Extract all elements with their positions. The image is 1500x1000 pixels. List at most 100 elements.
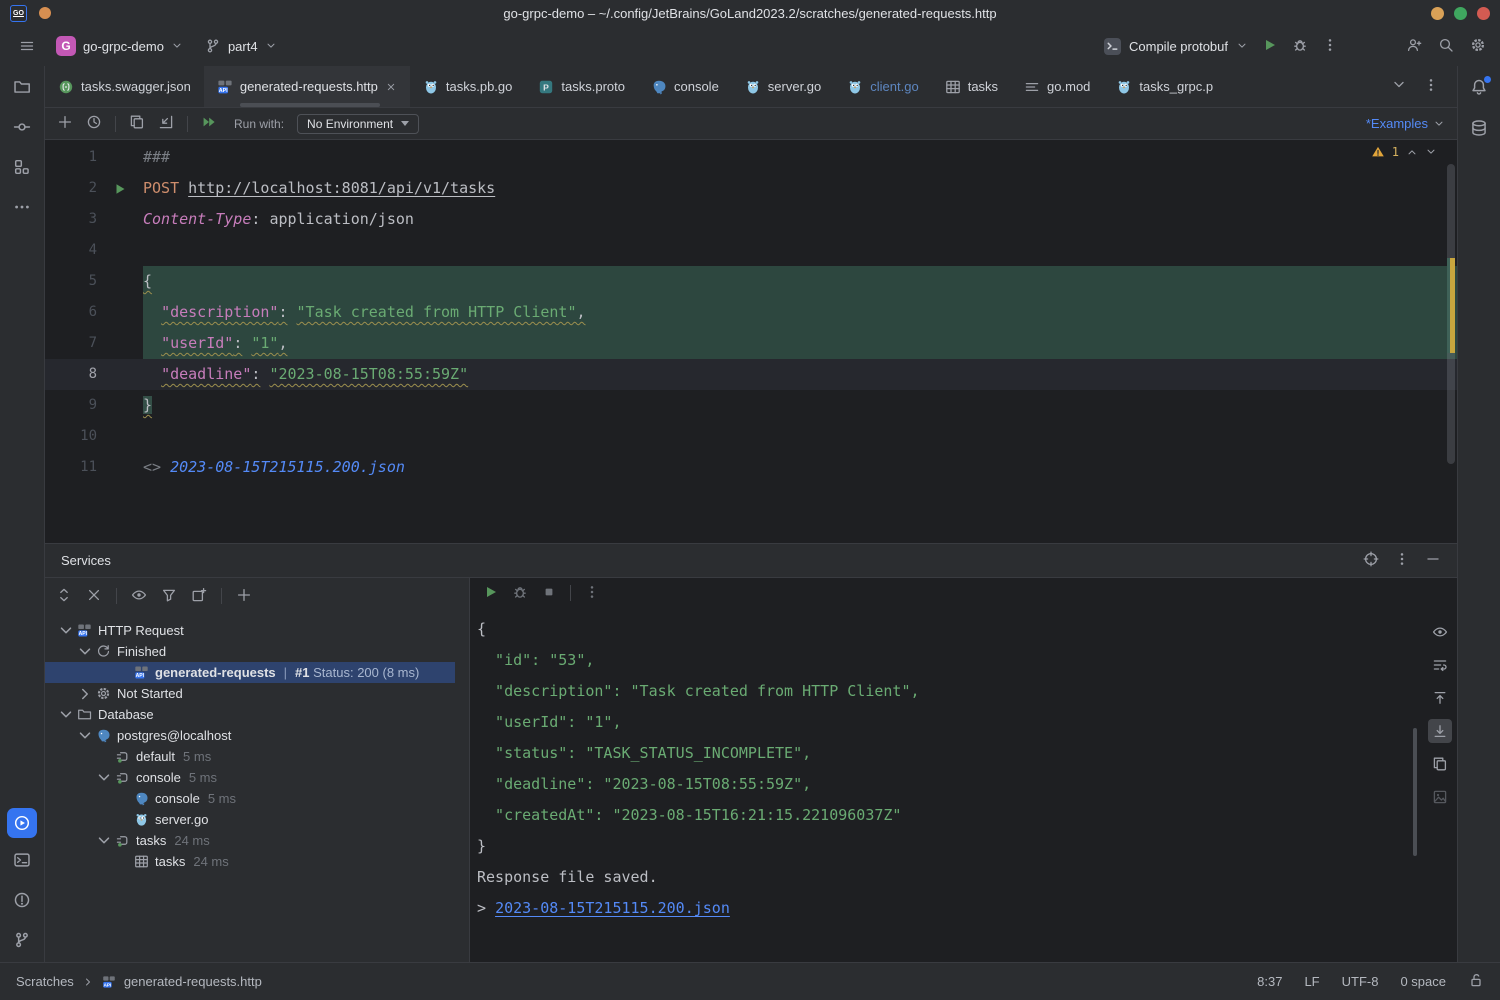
tool-window-button-folder[interactable] <box>13 78 31 99</box>
tool-window-button-git-branch[interactable] <box>13 931 31 952</box>
search-button[interactable] <box>1438 37 1454 56</box>
tab-tasks-proto[interactable]: Ptasks.proto <box>525 66 638 107</box>
toolbar-divider <box>115 116 116 132</box>
tree-item-not-started[interactable]: Not Started <box>45 683 469 704</box>
services-minus-button[interactable] <box>1425 551 1441 570</box>
tool-window-button-database[interactable] <box>1470 119 1488 140</box>
status-item-3[interactable]: 0 space <box>1400 974 1446 989</box>
chevron-right-icon[interactable] <box>76 686 94 702</box>
tab-server-go[interactable]: server.go <box>732 66 834 107</box>
filter-button[interactable] <box>161 587 177 606</box>
plus-button[interactable] <box>236 587 252 606</box>
console-wrap-button[interactable] <box>1428 653 1452 677</box>
tab-go-mod[interactable]: go.mod <box>1011 66 1103 107</box>
collapse-all-button[interactable] <box>86 587 102 606</box>
play-button[interactable] <box>483 584 499 603</box>
console-scroll-bottom-button[interactable] <box>1428 719 1452 743</box>
chevron-down-icon[interactable] <box>76 728 94 744</box>
ellipsis-v-button[interactable] <box>584 584 600 603</box>
import-button[interactable] <box>158 114 174 133</box>
tree-item-finished[interactable]: Finished <box>45 641 469 662</box>
run-all-button[interactable] <box>201 114 217 133</box>
branch-selector[interactable]: part4 <box>199 35 283 57</box>
status-item-2[interactable]: UTF-8 <box>1342 974 1379 989</box>
tool-window-button-services-play[interactable] <box>7 808 37 838</box>
tree-item-console[interactable]: console5 ms <box>45 767 469 788</box>
stop-button[interactable] <box>541 584 557 603</box>
tree-item-generated-requests[interactable]: APIgenerated-requests|#1 Status: 200 (8 … <box>45 662 469 683</box>
tree-item-server-go[interactable]: server.go <box>45 809 469 830</box>
console-text: } <box>477 837 486 855</box>
gear-button[interactable] <box>1470 37 1486 56</box>
project-selector[interactable]: G go-grpc-demo <box>50 33 189 59</box>
new-frame-button[interactable] <box>191 587 207 606</box>
tab-tasks[interactable]: tasks <box>932 66 1011 107</box>
notifications-button[interactable] <box>1470 78 1488 99</box>
tree-item-http-request[interactable]: APIHTTP Request <box>45 620 469 641</box>
tool-window-button-terminal[interactable] <box>13 851 31 872</box>
tool-window-button-problems[interactable] <box>13 891 31 912</box>
services-ellipsis-v-button[interactable] <box>1394 551 1410 570</box>
tab-ellipsis-v-button[interactable] <box>1423 77 1439 96</box>
ellipsis-v-button[interactable] <box>1322 37 1338 56</box>
tab-console[interactable]: console <box>638 66 732 107</box>
play-button[interactable] <box>1262 37 1278 56</box>
chevron-down-icon[interactable] <box>95 770 113 786</box>
tab-generated-requests-http[interactable]: APIgenerated-requests.http <box>204 66 410 107</box>
lock-open-button[interactable] <box>1468 972 1484 991</box>
tab-scrollbar[interactable] <box>240 103 380 107</box>
tab-client-go[interactable]: client.go <box>834 66 931 107</box>
status-item-0[interactable]: 8:37 <box>1257 974 1282 989</box>
plus-button[interactable] <box>57 114 73 133</box>
chevron-down-icon[interactable] <box>95 833 113 849</box>
console-copy-button[interactable] <box>1428 752 1452 776</box>
copy-button[interactable] <box>129 114 145 133</box>
tool-window-button-structure[interactable] <box>13 158 31 179</box>
console-scrollbar[interactable] <box>1413 728 1417 856</box>
response-file-link[interactable]: 2023-08-15T215115.200.json <box>495 899 730 917</box>
tab-tasks-swagger-json[interactable]: tasks.swagger.json <box>45 66 204 107</box>
examples-link[interactable]: *Examples <box>1366 116 1445 131</box>
status-item-1[interactable]: LF <box>1304 974 1319 989</box>
window-close-button[interactable] <box>1477 7 1490 20</box>
console-line: "createdAt": "2023-08-15T16:21:15.221096… <box>477 800 1457 831</box>
breadcrumb-scratches[interactable]: Scratches <box>16 974 74 989</box>
tree-item-tasks[interactable]: tasks24 ms <box>45 830 469 851</box>
run-configuration-selector[interactable]: Compile protobuf <box>1104 38 1248 55</box>
eye-button[interactable] <box>131 587 147 606</box>
expand-all-button[interactable] <box>56 587 72 606</box>
close-icon[interactable] <box>385 81 397 93</box>
bug-button[interactable] <box>1292 37 1308 56</box>
main-menu-button[interactable] <box>14 33 40 59</box>
services-target-button[interactable] <box>1363 551 1379 570</box>
person-add-button[interactable] <box>1406 37 1422 56</box>
chevron-down-icon[interactable] <box>57 623 75 639</box>
tab-tasks-grpc-p[interactable]: tasks_grpc.p <box>1103 66 1226 107</box>
clock-button[interactable] <box>86 114 102 133</box>
window-minimize-button[interactable] <box>1431 7 1444 20</box>
tool-window-button-more[interactable] <box>13 198 31 219</box>
inspection-widget[interactable]: 1 <box>1371 145 1437 159</box>
tab-chevron-down-button[interactable] <box>1391 77 1407 96</box>
console-image-button[interactable] <box>1428 785 1452 809</box>
tab-tasks-pb-go[interactable]: tasks.pb.go <box>410 66 526 107</box>
chevron-down-icon[interactable] <box>1425 146 1437 158</box>
tree-item-console[interactable]: console5 ms <box>45 788 469 809</box>
chevron-up-icon[interactable] <box>1406 146 1418 158</box>
code-editor[interactable]: 1###2POST http://localhost:8081/api/v1/t… <box>45 140 1457 543</box>
console-scroll-top-button[interactable] <box>1428 686 1452 710</box>
chevron-down-icon[interactable] <box>57 707 75 723</box>
console-eye-button[interactable] <box>1428 620 1452 644</box>
bug-button[interactable] <box>512 584 528 603</box>
tree-item-postgres-localhost[interactable]: postgres@localhost <box>45 725 469 746</box>
tree-item-database[interactable]: Database <box>45 704 469 725</box>
tree-item-tasks[interactable]: tasks24 ms <box>45 851 469 872</box>
breadcrumb-file[interactable]: generated-requests.http <box>124 974 262 989</box>
tool-window-button-commit[interactable] <box>13 118 31 139</box>
chevron-down-icon[interactable] <box>76 644 94 660</box>
tree-item-default[interactable]: default5 ms <box>45 746 469 767</box>
window-maximize-button[interactable] <box>1454 7 1467 20</box>
response-console[interactable]: { "id": "53", "description": "Task creat… <box>470 608 1457 962</box>
environment-dropdown[interactable]: No Environment <box>297 114 419 134</box>
run-gutter-icon[interactable] <box>112 181 128 197</box>
